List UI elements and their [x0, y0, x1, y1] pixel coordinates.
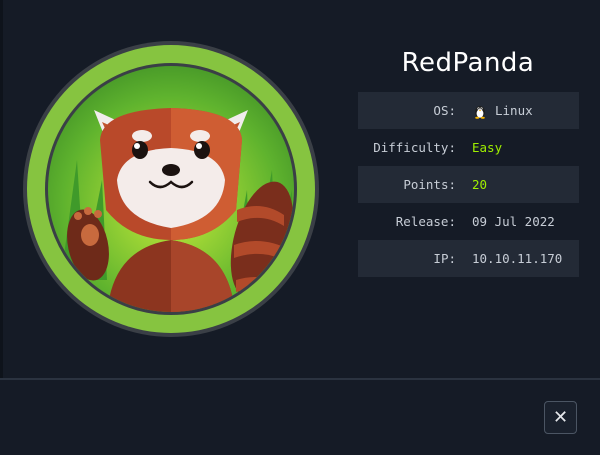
info-row-points: Points: 20 — [358, 166, 579, 203]
info-row-difficulty: Difficulty: Easy — [358, 129, 579, 166]
os-value: Linux — [495, 103, 533, 118]
ip-value: 10.10.11.170 — [472, 251, 563, 266]
points-label: Points: — [403, 177, 456, 192]
points-value: 20 — [472, 177, 488, 192]
info-row-ip: IP: 10.10.11.170 — [358, 240, 579, 277]
close-icon: ✕ — [552, 407, 569, 428]
info-row-os: OS: Linux — [358, 92, 579, 129]
release-label: Release: — [395, 214, 456, 229]
left-edge — [0, 0, 3, 378]
difficulty-label: Difficulty: — [373, 140, 456, 155]
release-value: 09 Jul 2022 — [472, 214, 555, 229]
machine-info-card: RedPanda OS: Linux Difficulty: Easy Poin… — [0, 0, 600, 455]
os-label: OS: — [433, 103, 456, 118]
footer-divider — [0, 378, 600, 380]
machine-name: RedPanda — [401, 48, 535, 78]
info-row-release: Release: 09 Jul 2022 — [358, 203, 579, 240]
tux-icon — [475, 105, 485, 119]
machine-avatar — [22, 40, 320, 338]
os-value-wrap: Linux — [472, 103, 533, 119]
ip-label: IP: — [433, 251, 456, 266]
machine-info-table: OS: Linux Difficulty: Easy Points: 20 Re… — [358, 92, 579, 277]
difficulty-value: Easy — [472, 140, 503, 155]
close-button[interactable]: ✕ — [544, 401, 577, 434]
red-panda-avatar-image — [23, 41, 319, 337]
